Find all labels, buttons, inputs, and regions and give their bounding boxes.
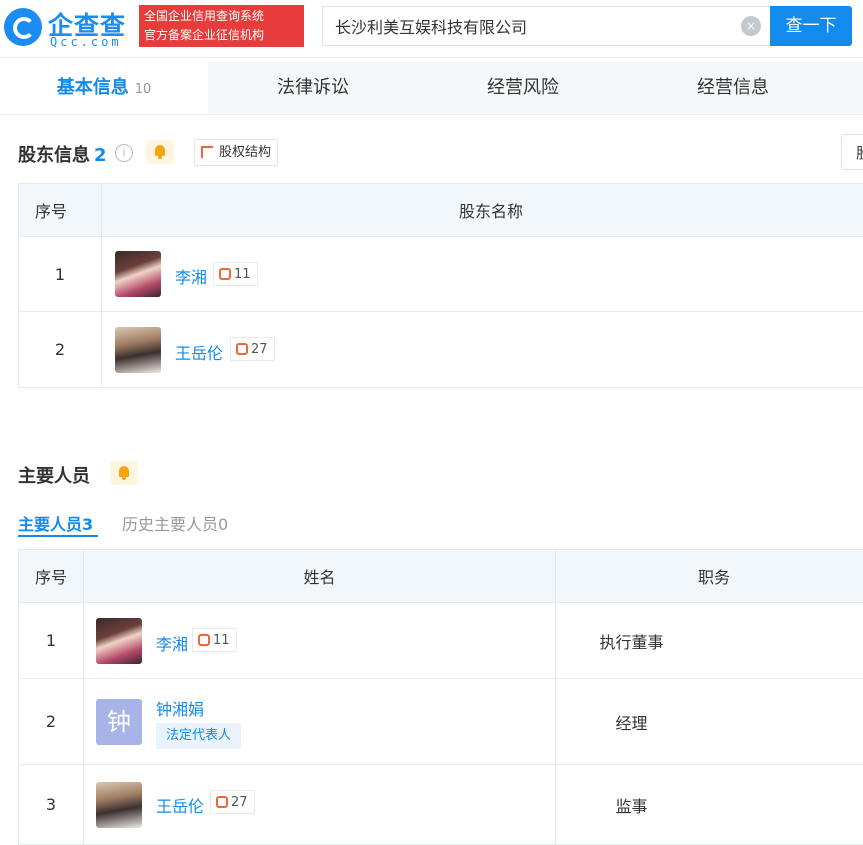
subtab-current-personnel[interactable]: 主要人员3	[18, 511, 93, 535]
relation-count: 27	[251, 342, 268, 357]
shareholder-name-link[interactable]: 王岳伦	[175, 340, 223, 364]
shareholder-cell: 李湘 11	[102, 237, 863, 312]
col-name-header: 股东名称	[102, 184, 863, 237]
table-header-row: 序号 姓名 职务	[19, 550, 863, 603]
col-name-header: 姓名	[84, 550, 556, 603]
shareholders-title-text: 股东信息	[18, 145, 90, 166]
clear-icon[interactable]: ×	[741, 16, 761, 36]
search-input[interactable]	[335, 16, 735, 35]
search-button[interactable]: 查一下	[770, 6, 852, 46]
person-name-link[interactable]: 钟湘娟	[156, 696, 204, 720]
table-row: 3 王岳伦 27 监事	[19, 765, 863, 845]
shareholder-cell: 王岳伦 27	[102, 312, 863, 388]
official-badge: 全国企业信用查询系统 官方备案企业征信机构	[139, 5, 304, 47]
equity-structure-button[interactable]: 股权结构	[194, 139, 278, 166]
table-row: 2 钟 钟湘娟 法定代表人 经理	[19, 679, 863, 765]
shareholders-extra-button[interactable]: 股	[841, 134, 863, 170]
tab-operations[interactable]: 经营信息	[628, 62, 838, 114]
row-index: 1	[19, 603, 84, 679]
relation-graph-icon	[236, 343, 248, 355]
avatar[interactable]: 钟	[96, 699, 142, 745]
avatar[interactable]	[115, 251, 161, 297]
subtab-underline	[18, 535, 98, 537]
person-cell: 王岳伦 27	[84, 765, 556, 845]
person-role: 监事	[556, 765, 863, 845]
tab-basic-info-count: 10	[135, 82, 152, 97]
relation-graph-icon	[219, 268, 231, 280]
shareholder-name-link[interactable]: 李湘	[175, 264, 207, 288]
relation-count-tag[interactable]: 27	[210, 790, 255, 814]
col-index-header: 序号	[19, 550, 84, 603]
subtab-history-label: 历史主要人员	[122, 515, 218, 534]
row-index: 3	[19, 765, 84, 845]
table-header-row: 序号 股东名称	[19, 184, 863, 237]
equity-structure-label: 股权结构	[219, 145, 271, 160]
person-name-link[interactable]: 王岳伦	[156, 793, 204, 817]
row-index: 1	[19, 237, 102, 312]
top-header: 企查查 Qcc.com 全国企业信用查询系统 官方备案企业征信机构 × 查一下	[0, 0, 863, 58]
relation-count-tag[interactable]: 11	[192, 628, 237, 652]
personnel-table: 序号 姓名 职务 1 李湘 11 执行董事 2 钟 钟湘娟 法定代表人 经理 3…	[18, 549, 863, 845]
tab-basic-info-label: 基本信息	[57, 77, 129, 98]
row-index: 2	[19, 312, 102, 388]
relation-count-tag[interactable]: 11	[213, 262, 258, 286]
avatar[interactable]	[96, 782, 142, 828]
search-box: ×	[322, 6, 771, 46]
row-index: 2	[19, 679, 84, 765]
qcc-logo[interactable]: 企查查 Qcc.com	[4, 6, 132, 48]
relation-graph-icon	[198, 634, 210, 646]
relation-count-tag[interactable]: 27	[230, 337, 275, 361]
info-icon[interactable]: i	[115, 144, 133, 162]
relation-count: 11	[213, 633, 230, 648]
col-index-header: 序号	[19, 184, 102, 237]
subtab-current-label: 主要人员	[18, 515, 82, 534]
equity-structure-icon	[201, 146, 213, 158]
tab-basic-info[interactable]: 基本信息 10	[0, 62, 208, 114]
bell-icon[interactable]	[146, 140, 174, 164]
avatar[interactable]	[96, 618, 142, 664]
person-role: 经理	[556, 679, 863, 765]
col-role-header: 职务	[556, 550, 863, 603]
subtab-current-count: 3	[82, 515, 93, 534]
table-row: 2 王岳伦 27	[19, 312, 863, 388]
table-row: 1 李湘 11 执行董事	[19, 603, 863, 679]
person-name-link[interactable]: 李湘	[156, 631, 188, 655]
avatar[interactable]	[115, 327, 161, 373]
shareholders-title: 股东信息2	[18, 141, 107, 167]
relation-count: 11	[234, 267, 251, 282]
table-row: 1 李湘 11	[19, 237, 863, 312]
shareholders-table: 序号 股东名称 1 李湘 11 2 王岳伦 27	[18, 183, 863, 388]
qcc-logo-icon	[4, 8, 42, 46]
relation-graph-icon	[216, 796, 228, 808]
bell-icon[interactable]	[110, 461, 138, 485]
person-role: 执行董事	[556, 603, 863, 679]
tab-legal[interactable]: 法律诉讼	[208, 62, 418, 114]
badge-line-2: 官方备案企业征信机构	[144, 26, 304, 45]
logo-domain: Qcc.com	[50, 35, 122, 49]
relation-count: 27	[231, 795, 248, 810]
personnel-title: 主要人员	[18, 462, 90, 488]
main-tabs: 基本信息 10 法律诉讼 经营风险 经营信息	[0, 62, 863, 115]
badge-line-1: 全国企业信用查询系统	[144, 7, 304, 26]
subtab-history-personnel[interactable]: 历史主要人员0	[122, 511, 228, 535]
subtab-history-count: 0	[218, 515, 228, 534]
person-cell: 李湘 11	[84, 603, 556, 679]
legal-representative-tag: 法定代表人	[156, 723, 241, 749]
shareholders-count: 2	[94, 145, 107, 166]
person-cell: 钟 钟湘娟 法定代表人	[84, 679, 556, 765]
tab-risk[interactable]: 经营风险	[418, 62, 628, 114]
